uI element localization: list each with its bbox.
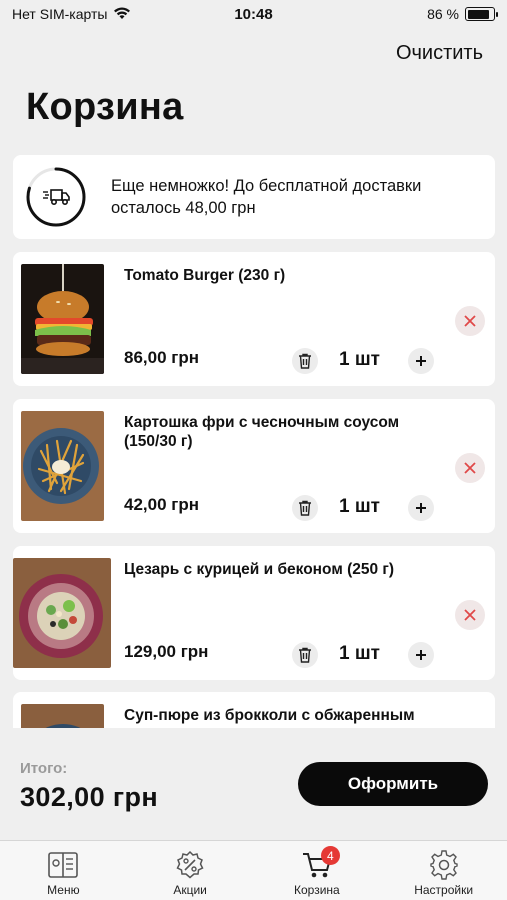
item-name: Картошка фри с чесночным соусом (150/30 … — [124, 414, 400, 450]
tomato-burger-image — [21, 264, 104, 374]
tab-menu[interactable]: Меню — [0, 841, 127, 900]
remove-item-button[interactable] — [455, 306, 485, 336]
delivery-truck-icon — [42, 186, 70, 213]
item-quantity: 1 шт — [339, 349, 380, 370]
item-price: 86,00 грн — [124, 348, 199, 367]
cart-item: Цезарь с курицей и беконом (250 г) 129,0… — [13, 546, 495, 680]
tab-settings[interactable]: Настройки — [380, 841, 507, 900]
tab-cart[interactable]: 4 Корзина — [254, 841, 381, 900]
menu-book-icon — [46, 849, 80, 881]
gear-icon — [427, 849, 461, 881]
battery-fill — [467, 9, 489, 19]
percent-badge-icon — [173, 849, 207, 881]
page-title: Корзина — [26, 86, 184, 128]
cart-item: Картошка фри с чесночным соусом (150/30 … — [13, 399, 495, 533]
checkout-button[interactable]: Оформить — [298, 762, 488, 806]
order-summary: Итого: 302,00 грн Оформить — [0, 728, 507, 840]
broccoli-soup-image — [21, 704, 104, 728]
clear-cart-button[interactable]: Очистить — [396, 42, 483, 65]
trash-icon[interactable] — [292, 348, 318, 374]
tab-label: Корзина — [294, 883, 340, 897]
increase-quantity-button[interactable] — [408, 495, 434, 521]
increase-quantity-button[interactable] — [408, 642, 434, 668]
plus-icon — [416, 650, 426, 660]
close-icon — [464, 315, 476, 327]
remove-item-button[interactable] — [455, 453, 485, 483]
tab-label: Настройки — [414, 883, 474, 897]
plus-icon — [416, 356, 426, 366]
item-quantity: 1 шт — [339, 496, 380, 517]
item-name: Цезарь с курицей и беконом (250 г) — [124, 561, 395, 578]
item-name: Суп-пюре из брокколи с обжаренным — [124, 707, 415, 724]
plus-icon — [416, 503, 426, 513]
status-left: Нет SIM-карты — [12, 6, 131, 23]
battery-icon — [465, 7, 498, 21]
total-value: 302,00 грн — [20, 782, 159, 812]
delivery-progress-ring — [25, 166, 87, 228]
status-bar: Нет SIM-карты 10:48 86 % — [0, 0, 507, 28]
cart-items-list[interactable]: Tomato Burger (230 г) 86,00 грн 1 шт Кар… — [0, 250, 507, 728]
status-right: 86 % — [427, 6, 498, 22]
carrier-label: Нет SIM-карты — [12, 6, 108, 22]
delivery-message: Еще немножко! До бесплатной доставки ост… — [111, 177, 422, 217]
tab-promotions[interactable]: Акции — [127, 841, 254, 900]
battery-percent: 86 % — [427, 6, 459, 22]
trash-icon[interactable] — [292, 642, 318, 668]
close-icon — [464, 462, 476, 474]
remove-item-button[interactable] — [455, 600, 485, 630]
tab-label: Акции — [173, 883, 207, 897]
cart-item: Tomato Burger (230 г) 86,00 грн 1 шт — [13, 252, 495, 386]
tab-bar: Меню Акции 4 Корзина Настройки — [0, 840, 507, 900]
cart-item: Суп-пюре из брокколи с обжаренным — [13, 692, 495, 728]
cart-icon: 4 — [300, 846, 340, 881]
caesar-salad-image — [13, 558, 111, 668]
tab-label: Меню — [47, 883, 80, 897]
cart-count-badge: 4 — [320, 846, 340, 865]
wifi-icon — [113, 6, 131, 23]
item-name: Tomato Burger (230 г) — [124, 267, 286, 284]
free-delivery-banner: Еще немножко! До бесплатной доставки ост… — [13, 155, 495, 239]
increase-quantity-button[interactable] — [408, 348, 434, 374]
trash-icon[interactable] — [292, 495, 318, 521]
total-label: Итого: — [20, 760, 68, 777]
fries-image — [21, 411, 104, 521]
item-price: 129,00 грн — [124, 642, 209, 661]
item-quantity: 1 шт — [339, 643, 380, 664]
close-icon — [464, 609, 476, 621]
item-price: 42,00 грн — [124, 495, 199, 514]
